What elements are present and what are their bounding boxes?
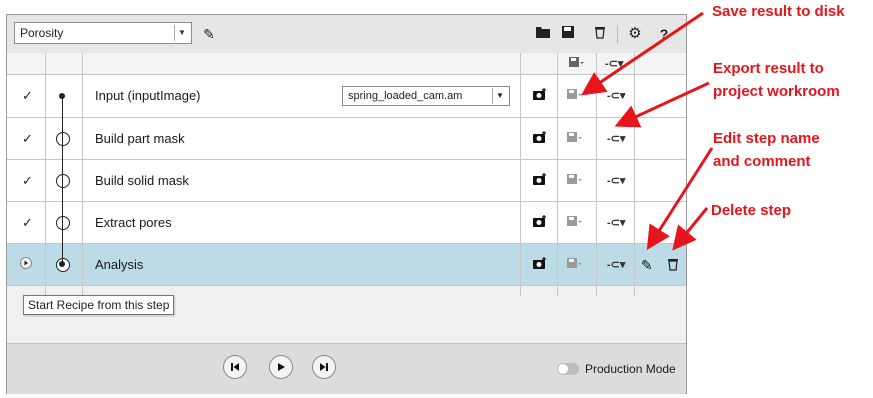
arrow-edit <box>646 147 714 251</box>
arrow-save <box>581 11 704 96</box>
arrow-delete <box>672 207 709 251</box>
annotation-arrows <box>581 11 714 251</box>
arrow-export <box>614 81 710 128</box>
